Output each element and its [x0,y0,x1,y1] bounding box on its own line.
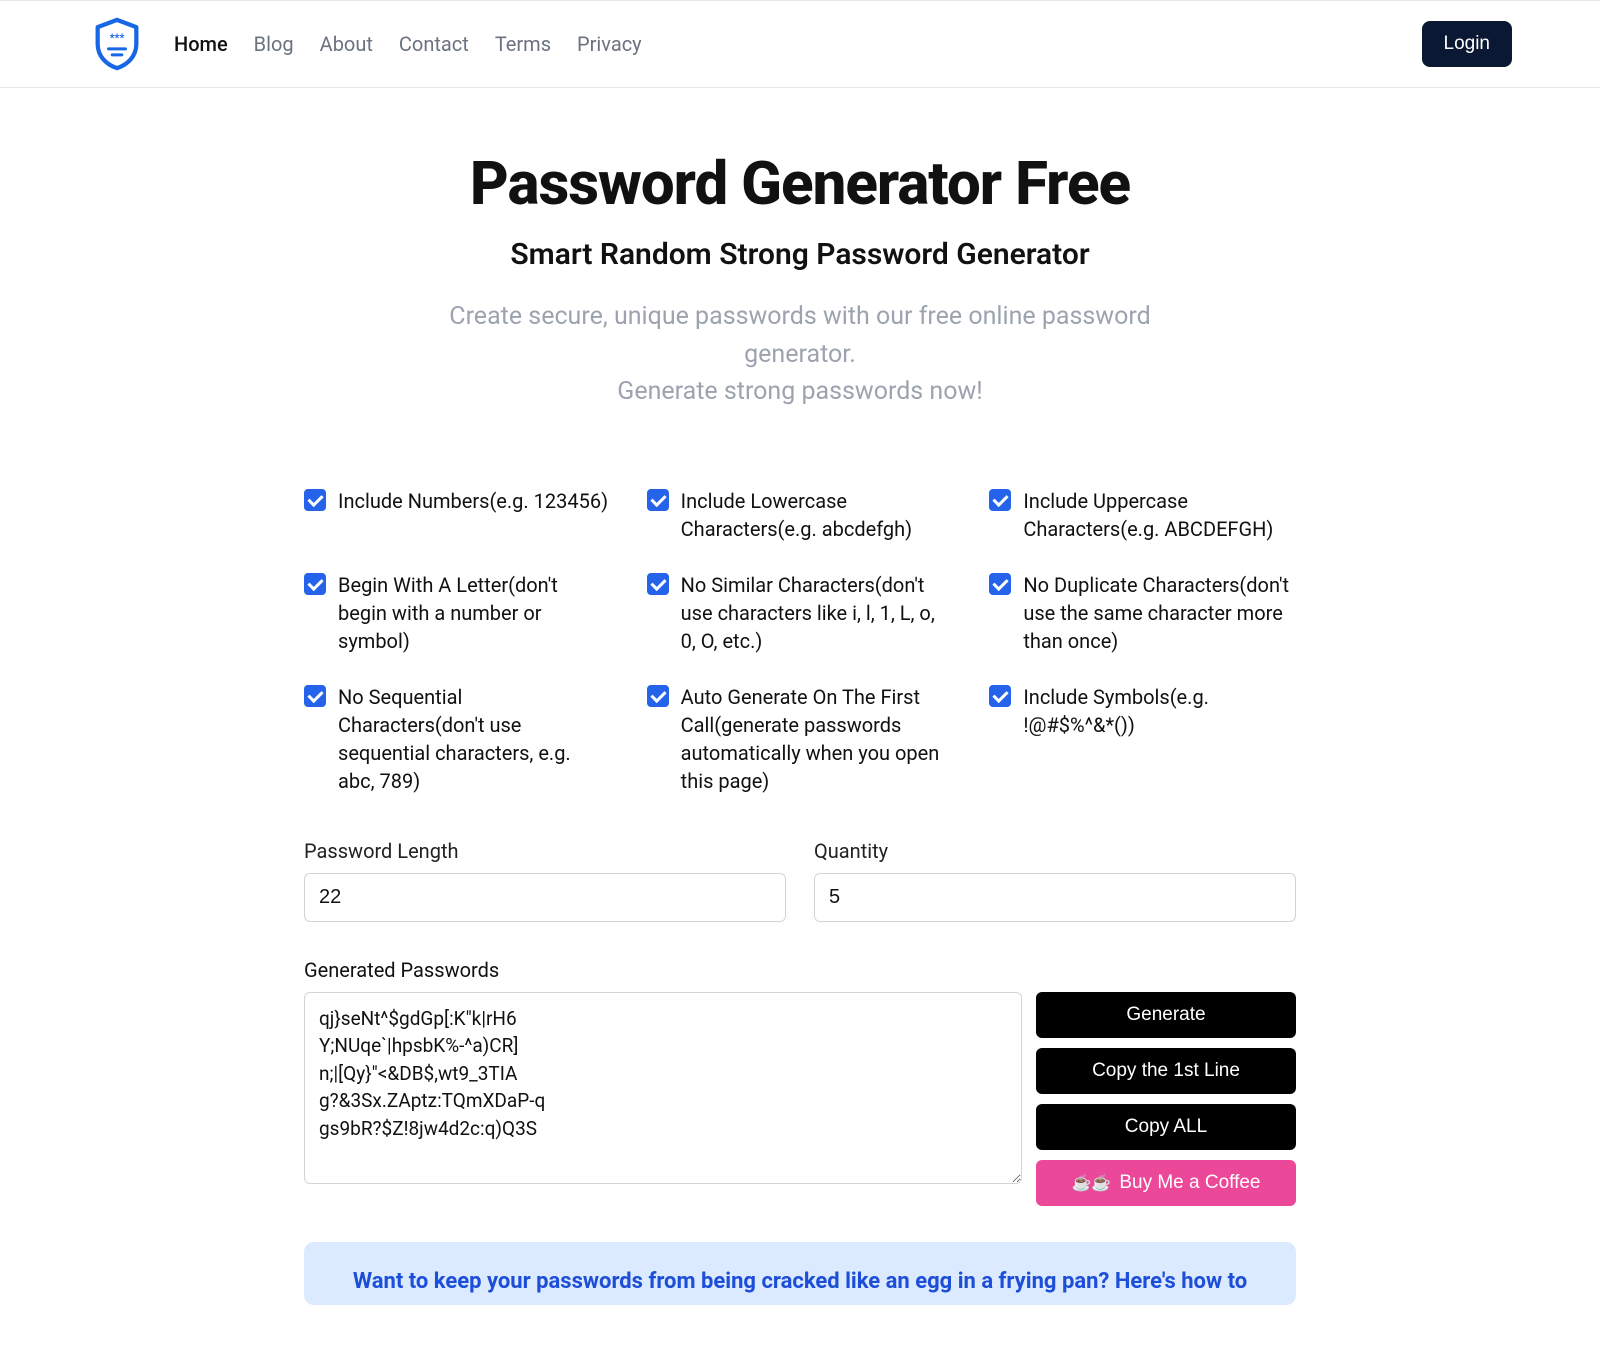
info-text: Want to keep your passwords from being c… [332,1266,1268,1298]
generated-passwords-label: Generated Passwords [304,958,1296,982]
password-length-label: Password Length [304,839,786,863]
coffee-icon: ☕☕ [1071,1173,1111,1193]
nav-privacy[interactable]: Privacy [577,32,642,56]
info-box: Want to keep your passwords from being c… [304,1242,1296,1306]
option-include-uppercase: Include Uppercase Characters(e.g. ABCDEF… [989,487,1296,543]
option-label[interactable]: Auto Generate On The First Call(generate… [681,683,954,795]
option-include-lowercase: Include Lowercase Characters(e.g. abcdef… [647,487,954,543]
password-length-input[interactable] [304,873,786,922]
option-label[interactable]: Include Numbers(e.g. 123456) [338,487,608,515]
checkbox-include-uppercase[interactable] [989,489,1011,511]
site-logo[interactable]: *** [88,15,146,73]
option-include-numbers: Include Numbers(e.g. 123456) [304,487,611,543]
nav-contact[interactable]: Contact [399,32,469,56]
nav-terms[interactable]: Terms [495,32,551,56]
hero-desc-line2: Generate strong passwords now! [440,373,1160,411]
option-label[interactable]: Begin With A Letter(don't begin with a n… [338,571,611,655]
checkbox-include-lowercase[interactable] [647,489,669,511]
option-label[interactable]: No Sequential Characters(don't use seque… [338,683,611,795]
svg-text:***: *** [110,32,125,45]
page-title: Password Generator Free [20,148,1580,219]
checkbox-begin-letter[interactable] [304,573,326,595]
buy-coffee-label: Buy Me a Coffee [1119,1172,1260,1194]
hero: Password Generator Free Smart Random Str… [0,88,1600,451]
shield-icon: *** [88,15,146,73]
nav-about[interactable]: About [320,32,373,56]
options-grid: Include Numbers(e.g. 123456) Include Low… [304,487,1296,795]
main: Include Numbers(e.g. 123456) Include Low… [270,451,1330,1365]
option-label[interactable]: Include Lowercase Characters(e.g. abcdef… [681,487,954,543]
quantity-input[interactable] [814,873,1296,922]
option-include-symbols: Include Symbols(e.g. !@#$%^&*()) [989,683,1296,795]
buy-coffee-button[interactable]: ☕☕ Buy Me a Coffee [1036,1160,1296,1206]
checkbox-no-similar[interactable] [647,573,669,595]
copy-first-button[interactable]: Copy the 1st Line [1036,1048,1296,1094]
generate-button[interactable]: Generate [1036,992,1296,1038]
checkbox-include-symbols[interactable] [989,685,1011,707]
option-label[interactable]: Include Symbols(e.g. !@#$%^&*()) [1023,683,1296,739]
nav-blog[interactable]: Blog [254,32,294,56]
option-begin-letter: Begin With A Letter(don't begin with a n… [304,571,611,655]
checkbox-no-duplicate[interactable] [989,573,1011,595]
option-label[interactable]: No Similar Characters(don't use characte… [681,571,954,655]
option-no-duplicate: No Duplicate Characters(don't use the sa… [989,571,1296,655]
option-label[interactable]: Include Uppercase Characters(e.g. ABCDEF… [1023,487,1296,543]
checkbox-no-sequential[interactable] [304,685,326,707]
header: *** Home Blog About Contact Terms Privac… [0,0,1600,88]
option-auto-generate: Auto Generate On The First Call(generate… [647,683,954,795]
option-no-similar: No Similar Characters(don't use characte… [647,571,954,655]
hero-desc-line1: Create secure, unique passwords with our… [440,298,1160,373]
nav-links: Home Blog About Contact Terms Privacy [174,32,642,56]
login-button[interactable]: Login [1422,21,1513,67]
page-subtitle: Smart Random Strong Password Generator [20,237,1580,272]
option-no-sequential: No Sequential Characters(don't use seque… [304,683,611,795]
copy-all-button[interactable]: Copy ALL [1036,1104,1296,1150]
checkbox-include-numbers[interactable] [304,489,326,511]
quantity-label: Quantity [814,839,1296,863]
option-label[interactable]: No Duplicate Characters(don't use the sa… [1023,571,1296,655]
checkbox-auto-generate[interactable] [647,685,669,707]
nav-home[interactable]: Home [174,32,228,56]
generated-passwords-textarea[interactable] [304,992,1022,1184]
